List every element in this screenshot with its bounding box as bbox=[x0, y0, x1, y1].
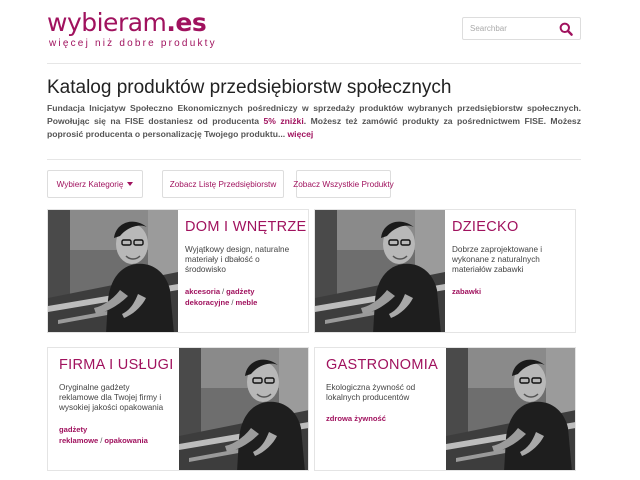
category-title[interactable]: FIRMA I USŁUGI bbox=[59, 356, 179, 374]
tag-link[interactable]: opakowania bbox=[104, 436, 147, 445]
all-products-label: Zobacz Wszystkie Produkty bbox=[293, 179, 394, 189]
category-card-body: GASTRONOMIA Ekologiczna żywność od lokal… bbox=[315, 348, 446, 470]
more-link[interactable]: więcej bbox=[288, 129, 314, 139]
company-list-label: Zobacz Listę Przedsiębiorstw bbox=[169, 179, 277, 189]
logo-name: wybieram bbox=[47, 8, 167, 37]
category-title[interactable]: DOM I WNĘTRZE bbox=[185, 218, 308, 236]
category-tags: akcesoria / gadżety dekoracyjne / meble bbox=[185, 286, 303, 308]
category-photo bbox=[446, 348, 576, 471]
site-header: wybieram.es więcej niż dobre produkty bbox=[0, 0, 640, 64]
category-title[interactable]: DZIECKO bbox=[452, 218, 575, 236]
company-list-button[interactable]: Zobacz Listę Przedsiębiorstw bbox=[162, 170, 284, 198]
tag-link[interactable]: zabawki bbox=[452, 287, 481, 296]
category-description: Dobrze zaprojektowane i wykonane z natur… bbox=[452, 245, 543, 275]
tag-separator: / bbox=[222, 286, 225, 296]
tag-link[interactable]: akcesoria bbox=[185, 287, 220, 296]
category-card-dziecko[interactable]: DZIECKO Dobrze zaprojektowane i wykonane… bbox=[314, 209, 576, 333]
category-tags: zabawki bbox=[452, 286, 570, 297]
tag-link[interactable]: gadżety reklamowe bbox=[59, 425, 98, 445]
site-logo[interactable]: wybieram.es bbox=[47, 8, 207, 38]
category-card-body: DZIECKO Dobrze zaprojektowane i wykonane… bbox=[445, 210, 575, 332]
category-tags: zdrowa żywność bbox=[326, 413, 444, 424]
all-products-button[interactable]: Zobacz Wszystkie Produkty bbox=[293, 170, 394, 198]
category-card-gastronomia[interactable]: GASTRONOMIA Ekologiczna żywność od lokal… bbox=[314, 347, 576, 471]
category-tags: gadżety reklamowe / opakowania bbox=[59, 424, 177, 446]
category-description: Ekologiczna żywność od lokalnych produce… bbox=[326, 383, 416, 403]
category-title[interactable]: GASTRONOMIA bbox=[326, 356, 446, 374]
category-photo bbox=[179, 348, 309, 471]
logo-tld: .es bbox=[166, 8, 207, 37]
intro-text: Fundacja Inicjatyw Społeczno Ekonomiczny… bbox=[47, 102, 581, 141]
tag-link[interactable]: meble bbox=[235, 298, 257, 307]
search-icon[interactable] bbox=[558, 21, 574, 37]
category-dropdown-button[interactable]: Wybierz Kategorię bbox=[47, 170, 143, 198]
header-divider bbox=[47, 63, 581, 64]
caret-down-icon bbox=[127, 182, 134, 186]
category-card-firma[interactable]: FIRMA I USŁUGI Oryginalne gadżety reklam… bbox=[47, 347, 309, 471]
category-card-body: DOM I WNĘTRZE Wyjątkowy design, naturaln… bbox=[178, 210, 308, 332]
intro-divider bbox=[47, 159, 581, 160]
tag-separator: / bbox=[100, 435, 103, 445]
category-card-body: FIRMA I USŁUGI Oryginalne gadżety reklam… bbox=[48, 348, 179, 470]
category-photo bbox=[48, 210, 178, 333]
logo-tagline: więcej niż dobre produkty bbox=[49, 38, 217, 49]
page-title: Katalog produktów przedsiębiorstw społec… bbox=[47, 77, 452, 98]
category-dropdown-label: Wybierz Kategorię bbox=[56, 179, 124, 189]
category-card-dom[interactable]: DOM I WNĘTRZE Wyjątkowy design, naturaln… bbox=[47, 209, 309, 333]
category-description: Oryginalne gadżety reklamowe dla Twojej … bbox=[59, 383, 164, 413]
tag-link[interactable]: zdrowa żywność bbox=[326, 414, 386, 423]
tag-separator: / bbox=[231, 297, 234, 307]
search-box bbox=[462, 17, 581, 40]
category-description: Wyjątkowy design, naturalne materiały i … bbox=[185, 245, 290, 275]
category-photo bbox=[315, 210, 445, 333]
search-input[interactable] bbox=[463, 18, 553, 39]
discount-highlight: 5% zniżki bbox=[263, 116, 304, 126]
